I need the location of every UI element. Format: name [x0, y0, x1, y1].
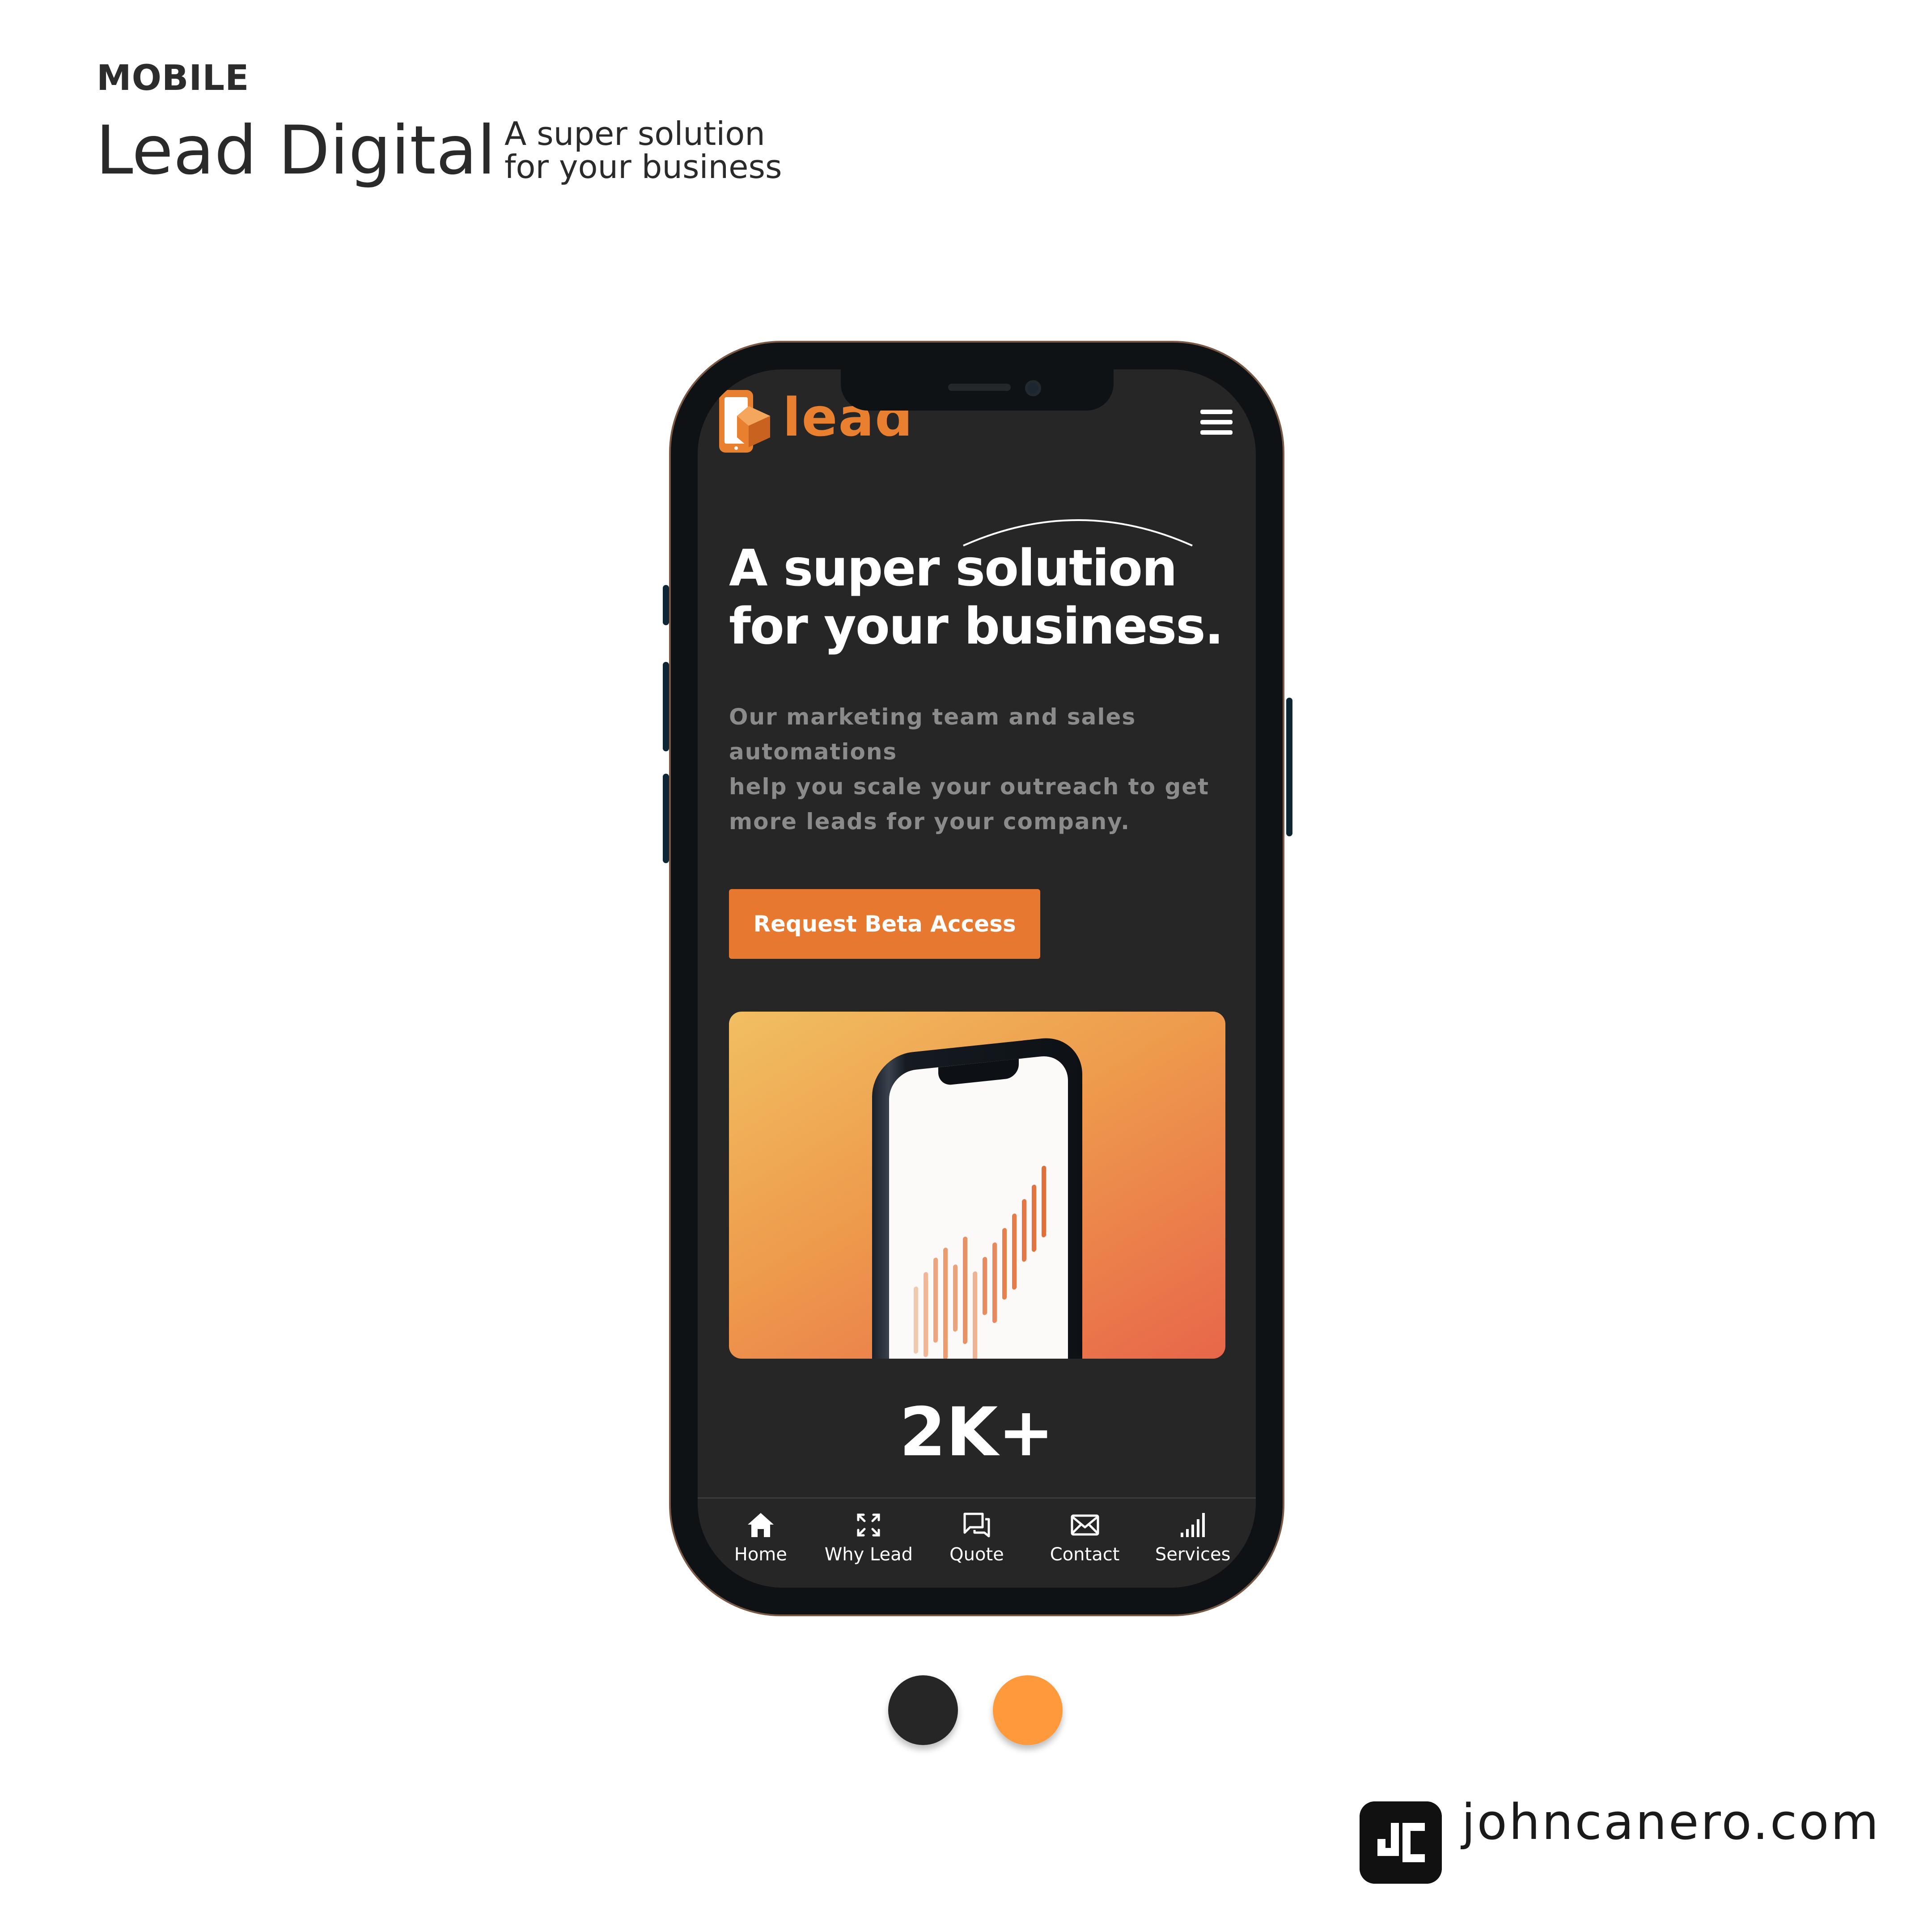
speaker-grille	[948, 384, 1011, 391]
hero-phone-screen	[889, 1053, 1068, 1359]
nav-item-contact[interactable]: Contact	[1036, 1499, 1134, 1588]
side-button-volume-down	[663, 774, 669, 863]
color-swatch-orange	[993, 1675, 1063, 1745]
nav-label-why-lead: Why Lead	[824, 1544, 913, 1565]
presentation-subtitle: A super solution for your business	[504, 117, 782, 183]
hero-description: Our marketing team and sales automations…	[729, 699, 1221, 839]
nav-item-home[interactable]: Home	[712, 1499, 810, 1588]
home-icon	[747, 1513, 774, 1537]
expand-icon	[857, 1513, 880, 1537]
hero-phone-illustration	[872, 1034, 1082, 1359]
front-camera	[1025, 380, 1041, 396]
hero-title: A super solution for your business.	[729, 539, 1230, 656]
nav-label-contact: Contact	[1050, 1544, 1120, 1565]
stat-value: 2K+	[899, 1394, 1055, 1471]
hamburger-icon[interactable]	[1200, 410, 1233, 435]
presentation-eyebrow: MOBILE	[97, 58, 250, 98]
side-button-volume-up	[663, 662, 669, 751]
nav-label-quote: Quote	[949, 1544, 1004, 1565]
bottom-navigation: Home Why Lead Quote Contact Services	[698, 1497, 1256, 1588]
request-beta-access-button[interactable]: Request Beta Access	[729, 889, 1040, 959]
phone-screen: lead A super solution for your business.…	[698, 369, 1256, 1588]
side-button-mute	[663, 585, 669, 625]
hero-desc-line3: help you scale your outreach to get	[729, 774, 1210, 800]
chat-icon	[963, 1513, 990, 1538]
hero-title-line2: for your business.	[729, 597, 1224, 656]
presentation-title: Lead Digital	[96, 112, 496, 190]
brand-url[interactable]: johncanero.com	[1462, 1793, 1881, 1851]
hero-desc-line2: automations	[729, 739, 898, 765]
presentation-subtitle-line2: for your business	[504, 148, 782, 186]
presentation-subtitle-line1: A super solution	[504, 115, 765, 153]
hero-phone-notch	[938, 1059, 1019, 1086]
hero-image	[729, 1012, 1225, 1359]
nav-item-services[interactable]: Services	[1144, 1499, 1242, 1588]
phone-notch	[841, 369, 1114, 411]
signal-bars-icon	[1181, 1513, 1205, 1537]
jc-monogram-icon	[1360, 1801, 1442, 1884]
growth-chart-illustration	[914, 1165, 1046, 1359]
color-swatch-dark	[888, 1675, 958, 1745]
hero-desc-line4: more leads for your company.	[729, 809, 1131, 835]
nav-item-quote[interactable]: Quote	[928, 1499, 1026, 1588]
lead-logo-icon[interactable]	[717, 388, 775, 455]
nav-label-home: Home	[734, 1544, 787, 1565]
nav-label-services: Services	[1155, 1544, 1231, 1565]
mail-icon	[1071, 1514, 1099, 1536]
nav-item-why-lead[interactable]: Why Lead	[819, 1499, 918, 1588]
hero-title-line1: A super solution	[729, 539, 1178, 597]
hero-desc-line1: Our marketing team and sales	[729, 704, 1136, 730]
side-button-power	[1286, 698, 1292, 836]
